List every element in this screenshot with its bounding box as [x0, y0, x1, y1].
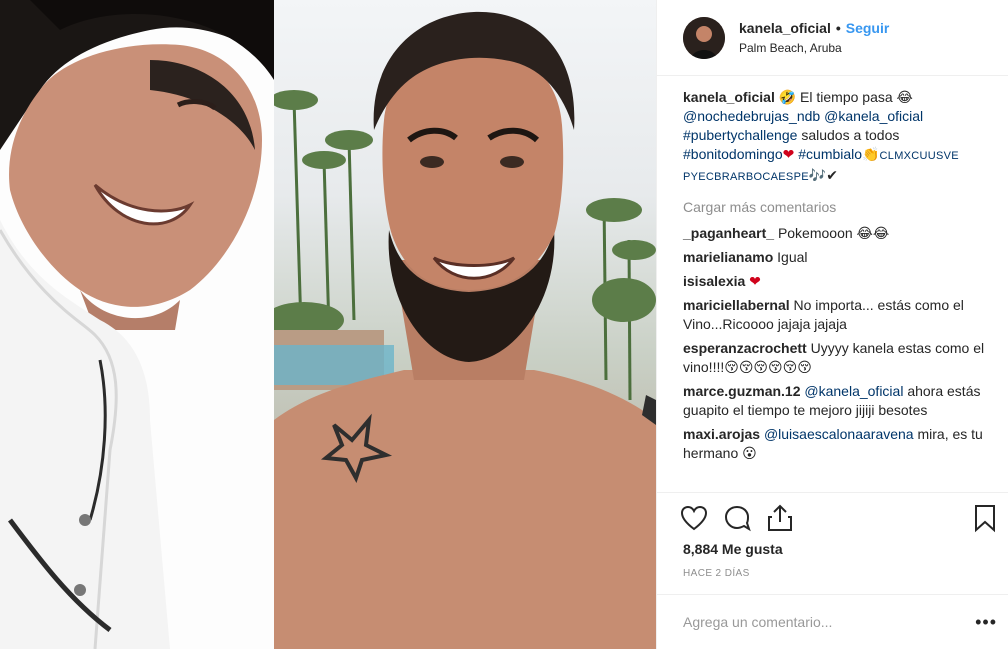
comment-item: marce.guzman.12 @kanela_oficial ahora es…	[683, 382, 993, 420]
post-time[interactable]: HACE 2 DÍAS	[683, 568, 750, 579]
bookmark-icon[interactable]	[970, 503, 1000, 533]
mention-link[interactable]: @kanela_oficial	[804, 383, 903, 399]
header-line: kanela_oficial • Seguir	[739, 20, 889, 36]
photo-before	[0, 0, 274, 649]
action-bar	[657, 492, 1008, 542]
separator-dot: •	[835, 20, 841, 36]
comment-username[interactable]: marielianamo	[683, 249, 773, 265]
heart-icon[interactable]	[679, 503, 709, 533]
header-text: kanela_oficial • Seguir Palm Beach, Arub…	[739, 20, 889, 55]
hashtag-link[interactable]: #pubertychallenge	[683, 127, 797, 143]
clap-emoji: 👏	[862, 146, 880, 162]
add-comment-bar: •••	[657, 594, 1008, 649]
heart-emoji: ❤	[782, 146, 795, 162]
comments-list[interactable]: kanela_oficial 🤣 El tiempo pasa 😂 @noche…	[657, 76, 1008, 491]
caption-text: saludos a todos	[801, 127, 900, 143]
mention-link[interactable]: @kanela_oficial	[824, 108, 923, 124]
young-man-illustration	[0, 0, 274, 649]
hashtag-link[interactable]: #cumbialo	[798, 146, 862, 162]
more-options-icon[interactable]: •••	[975, 612, 997, 633]
caption: kanela_oficial 🤣 El tiempo pasa 😂 @noche…	[683, 88, 993, 187]
comment-item: isisalexia ❤	[683, 272, 993, 291]
hashtag-link[interactable]: #bonitodomingo	[683, 146, 783, 162]
comment-username[interactable]: esperanzacrochett	[683, 340, 807, 356]
caption-username[interactable]: kanela_oficial	[683, 89, 775, 105]
comment-username[interactable]: marce.guzman.12	[683, 383, 801, 399]
avatar[interactable]	[683, 16, 725, 59]
comment-item: _paganheart_ Pokemooon 😂😂	[683, 224, 993, 243]
comment-text: Pokemooon 😂😂	[777, 225, 890, 241]
comment-username[interactable]: isisalexia	[683, 273, 745, 289]
comment-item: esperanzacrochett Uyyyy kanela estas com…	[683, 339, 993, 377]
comment-item: marielianamo Igual	[683, 248, 993, 267]
selfie-illustration	[274, 11, 656, 649]
avatar-image	[683, 16, 725, 59]
instagram-post: kanela_oficial • Seguir Palm Beach, Arub…	[0, 0, 1008, 649]
post-image[interactable]	[0, 0, 656, 649]
comment-input[interactable]	[683, 614, 963, 630]
location-link[interactable]: Palm Beach, Aruba	[739, 41, 889, 55]
comment-icon[interactable]	[722, 503, 752, 533]
comment-username[interactable]: maxi.arojas	[683, 426, 760, 442]
share-icon[interactable]	[765, 503, 795, 533]
post-sidebar: kanela_oficial • Seguir Palm Beach, Arub…	[656, 0, 1008, 649]
load-more-comments-button[interactable]: Cargar más comentarios	[683, 198, 993, 217]
comment-item: mariciellabernal No importa... estás com…	[683, 296, 993, 334]
post-header: kanela_oficial • Seguir Palm Beach, Arub…	[657, 0, 1008, 76]
comment-username[interactable]: mariciellabernal	[683, 297, 790, 313]
likes-count[interactable]: 8,884 Me gusta	[683, 541, 783, 557]
comment-username[interactable]: _paganheart_	[683, 225, 774, 241]
username-link[interactable]: kanela_oficial	[739, 20, 831, 36]
comment-text: Igual	[777, 249, 808, 265]
comment-text: ❤	[749, 273, 761, 289]
caption-emoji: 🎶✔	[808, 167, 839, 183]
follow-button[interactable]: Seguir	[846, 20, 890, 36]
mention-link[interactable]: @luisaescalonaaravena	[764, 426, 914, 442]
caption-text: 🤣 El tiempo pasa 😂	[778, 89, 913, 105]
photo-after	[274, 0, 656, 649]
mention-link[interactable]: @nochedebrujas_ndb	[683, 108, 820, 124]
comment-item: maxi.arojas @luisaescalonaaravena mira, …	[683, 425, 993, 463]
